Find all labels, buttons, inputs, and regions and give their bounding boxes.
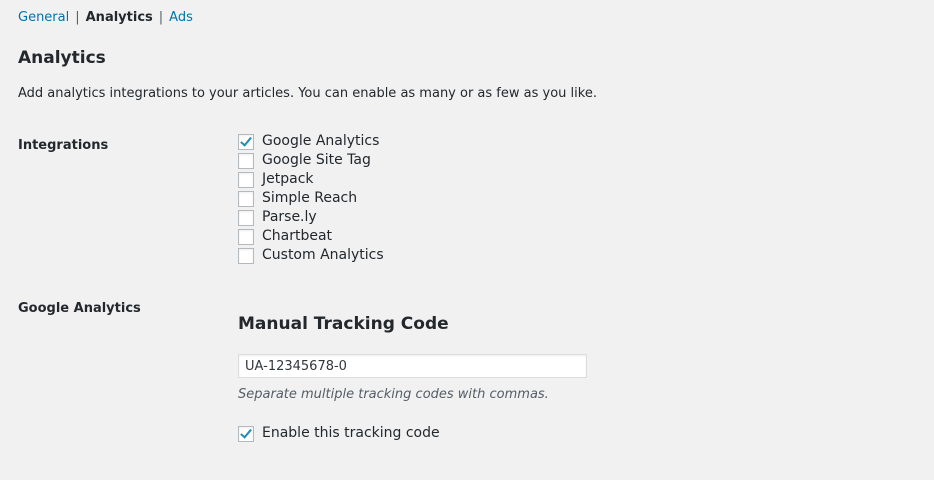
integration-option[interactable]: Jetpack bbox=[238, 170, 384, 189]
integration-checkbox-custom-analytics[interactable] bbox=[238, 247, 254, 264]
integration-label[interactable]: Parse.ly bbox=[262, 208, 317, 227]
integration-label[interactable]: Google Analytics bbox=[262, 132, 379, 151]
integration-label[interactable]: Custom Analytics bbox=[262, 246, 384, 265]
integration-checkbox-simple-reach[interactable] bbox=[238, 190, 254, 207]
integrations-label: Integrations bbox=[18, 138, 109, 153]
subnav-link-general[interactable]: General bbox=[18, 10, 69, 25]
subnav-link-ads[interactable]: Ads bbox=[169, 10, 193, 25]
subnav-separator: | bbox=[75, 10, 80, 25]
integration-checkbox-chartbeat[interactable] bbox=[238, 228, 254, 245]
integration-checkbox-jetpack[interactable] bbox=[238, 171, 254, 188]
settings-subnav: General | Analytics | Ads bbox=[18, 10, 193, 26]
integration-checkbox-google-analytics[interactable] bbox=[238, 133, 254, 150]
integration-option[interactable]: Parse.ly bbox=[238, 208, 384, 227]
integration-label[interactable]: Chartbeat bbox=[262, 227, 332, 246]
manual-tracking-code-heading: Manual Tracking Code bbox=[238, 314, 449, 334]
integration-label[interactable]: Google Site Tag bbox=[262, 151, 371, 170]
integration-checkbox-parsely[interactable] bbox=[238, 209, 254, 226]
integration-option[interactable]: Chartbeat bbox=[238, 227, 384, 246]
page-description: Add analytics integrations to your artic… bbox=[18, 86, 597, 101]
tracking-code-hint: Separate multiple tracking codes with co… bbox=[238, 387, 549, 402]
integration-option[interactable]: Custom Analytics bbox=[238, 246, 384, 265]
integration-checkbox-google-site-tag[interactable] bbox=[238, 152, 254, 169]
enable-tracking-row[interactable]: Enable this tracking code bbox=[238, 424, 440, 443]
google-analytics-label: Google Analytics bbox=[18, 301, 141, 316]
integration-label[interactable]: Jetpack bbox=[262, 170, 314, 189]
integration-option[interactable]: Simple Reach bbox=[238, 189, 384, 208]
integration-label[interactable]: Simple Reach bbox=[262, 189, 357, 208]
integrations-checklist: Google Analytics Google Site Tag Jetpack… bbox=[238, 132, 384, 265]
checkmark-icon bbox=[240, 133, 252, 147]
page-title: Analytics bbox=[18, 48, 106, 68]
integration-option[interactable]: Google Analytics bbox=[238, 132, 384, 151]
integration-option[interactable]: Google Site Tag bbox=[238, 151, 384, 170]
subnav-current-analytics: Analytics bbox=[85, 10, 153, 25]
enable-tracking-checkbox[interactable] bbox=[238, 425, 254, 442]
enable-tracking-label[interactable]: Enable this tracking code bbox=[262, 424, 440, 443]
subnav-separator: | bbox=[158, 10, 164, 25]
tracking-code-input[interactable] bbox=[238, 354, 587, 378]
checkmark-icon bbox=[240, 425, 252, 439]
